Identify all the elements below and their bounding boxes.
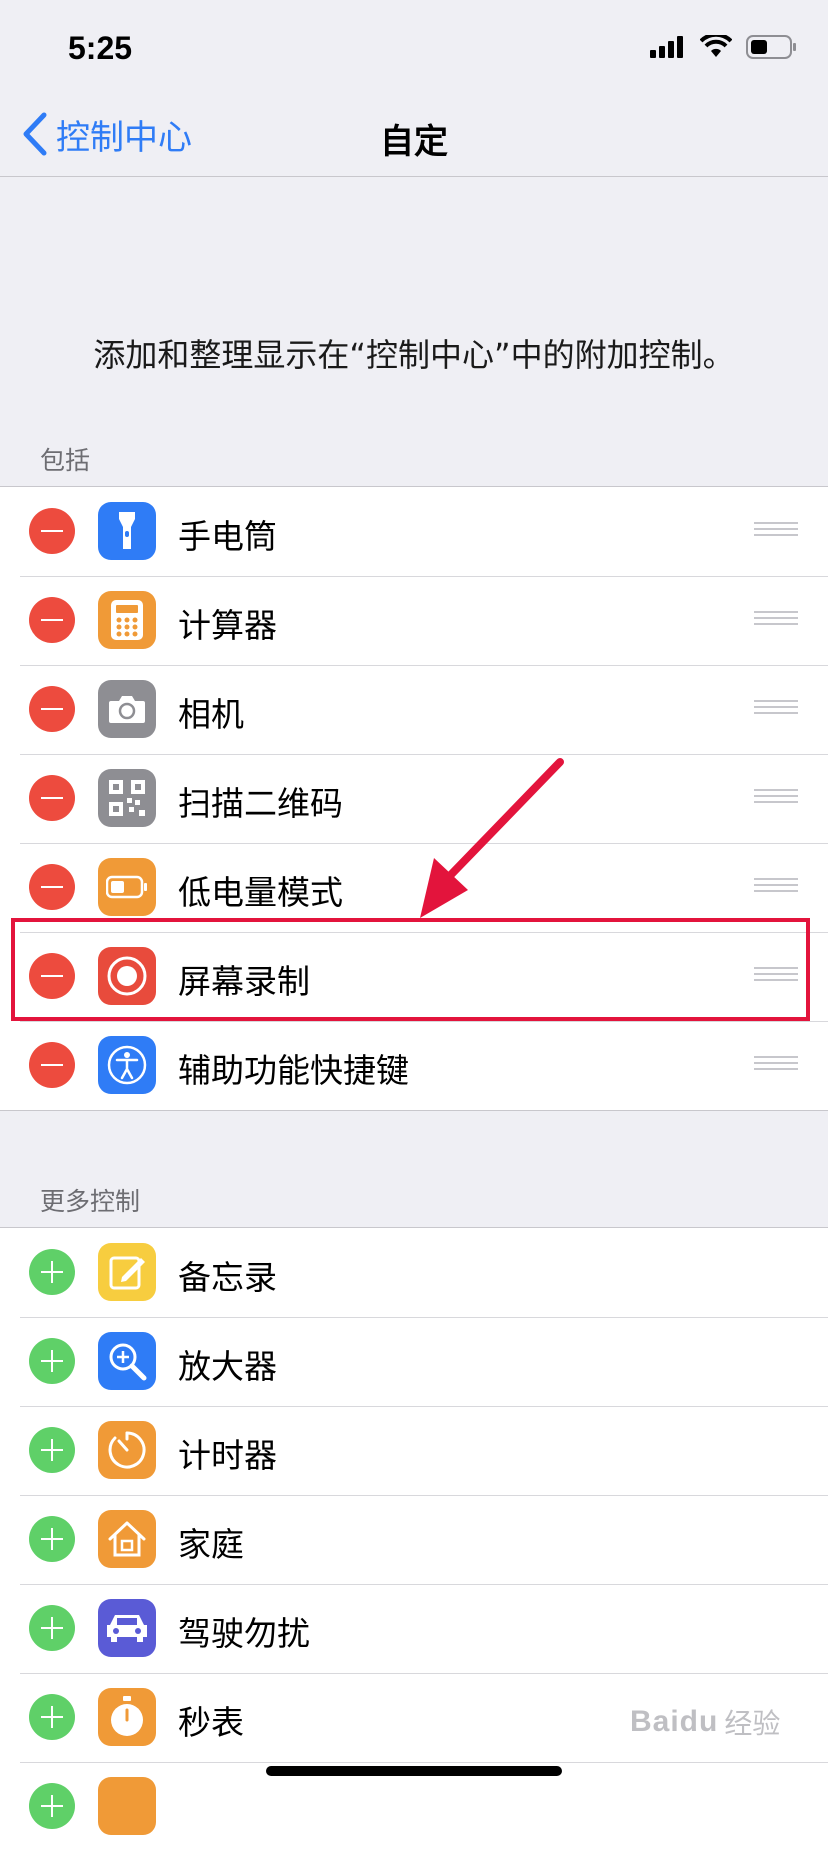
remove-button[interactable]	[29, 953, 75, 999]
qr-code-icon	[98, 769, 156, 827]
flashlight-icon	[98, 502, 156, 560]
status-icons	[650, 34, 798, 60]
row-label: 秒表	[178, 1703, 244, 1742]
list-item: 计算器	[0, 576, 828, 665]
notes-icon	[98, 1243, 156, 1301]
row-label: 辅助功能快捷键	[178, 1051, 409, 1090]
list-item: 相机	[0, 665, 828, 754]
battery-icon-status	[746, 35, 796, 59]
reorder-handle[interactable]	[754, 611, 798, 629]
section-header-more: 更多控制	[40, 1187, 141, 1216]
home-indicator[interactable]	[266, 1766, 562, 1776]
battery-icon	[98, 858, 156, 916]
status-time: 5:25	[68, 30, 133, 66]
reorder-handle[interactable]	[754, 522, 798, 540]
section-header-included: 包括	[40, 446, 91, 475]
list-item: 手电筒	[0, 487, 828, 576]
remove-button[interactable]	[29, 508, 75, 554]
timer-icon	[98, 1421, 156, 1479]
reorder-handle[interactable]	[754, 1056, 798, 1074]
list-item: 屏幕录制	[0, 932, 828, 1021]
included-list: 手电筒 计算器 相机 扫描二维码 低电量模式 屏幕录制 辅助功能快捷键	[0, 486, 828, 1111]
reorder-handle[interactable]	[754, 700, 798, 718]
list-item: 计时器	[0, 1406, 828, 1495]
row-label: 相机	[178, 695, 244, 734]
home-icon	[98, 1510, 156, 1568]
add-button[interactable]	[29, 1605, 75, 1651]
row-label: 家庭	[178, 1525, 244, 1564]
add-button[interactable]	[29, 1516, 75, 1562]
list-item: 扫描二维码	[0, 754, 828, 843]
list-item: 备忘录	[0, 1228, 828, 1317]
accessibility-icon	[98, 1036, 156, 1094]
row-label: 扫描二维码	[178, 784, 343, 823]
add-button[interactable]	[29, 1427, 75, 1473]
add-button[interactable]	[29, 1783, 75, 1829]
row-label: 低电量模式	[178, 873, 343, 912]
stopwatch-icon	[98, 1688, 156, 1746]
cellular-signal-icon	[650, 36, 683, 58]
list-item: 驾驶勿扰	[0, 1584, 828, 1673]
list-item: 放大器	[0, 1317, 828, 1406]
list-item: 低电量模式	[0, 843, 828, 932]
watermark: Baidu 经验	[630, 1702, 780, 1742]
app-icon-partial	[98, 1777, 156, 1835]
row-label: 屏幕录制	[178, 962, 310, 1001]
remove-button[interactable]	[29, 775, 75, 821]
watermark-brand: Baidu	[630, 1705, 719, 1738]
magnifier-icon	[98, 1332, 156, 1390]
description-text: 添加和整理显示在“控制中心”中的附加控制。	[93, 336, 735, 374]
camera-icon	[98, 680, 156, 738]
wifi-icon	[700, 35, 732, 57]
status-bar: 5:25	[0, 0, 828, 100]
row-label: 计时器	[178, 1436, 277, 1475]
more-list: 备忘录 放大器 计时器 家庭 驾驶勿扰 秒表	[0, 1227, 828, 1851]
reorder-handle[interactable]	[754, 789, 798, 807]
reorder-handle[interactable]	[754, 967, 798, 985]
navigation-bar: 控制中心 自定	[0, 100, 828, 177]
screen-record-icon	[98, 947, 156, 1005]
page-title: 自定	[380, 122, 448, 162]
list-item: 家庭	[0, 1495, 828, 1584]
add-button[interactable]	[29, 1249, 75, 1295]
list-item: 辅助功能快捷键	[0, 1021, 828, 1110]
reorder-handle[interactable]	[754, 878, 798, 896]
row-label: 放大器	[178, 1347, 277, 1386]
remove-button[interactable]	[29, 864, 75, 910]
add-button[interactable]	[29, 1694, 75, 1740]
calculator-icon	[98, 591, 156, 649]
row-label: 备忘录	[178, 1258, 277, 1297]
remove-button[interactable]	[29, 686, 75, 732]
add-button[interactable]	[29, 1338, 75, 1384]
row-label: 驾驶勿扰	[178, 1614, 310, 1653]
row-label: 手电筒	[178, 517, 277, 556]
remove-button[interactable]	[29, 1042, 75, 1088]
row-label: 计算器	[178, 606, 277, 645]
watermark-suffix: 经验	[724, 1708, 781, 1739]
car-icon	[98, 1599, 156, 1657]
remove-button[interactable]	[29, 597, 75, 643]
